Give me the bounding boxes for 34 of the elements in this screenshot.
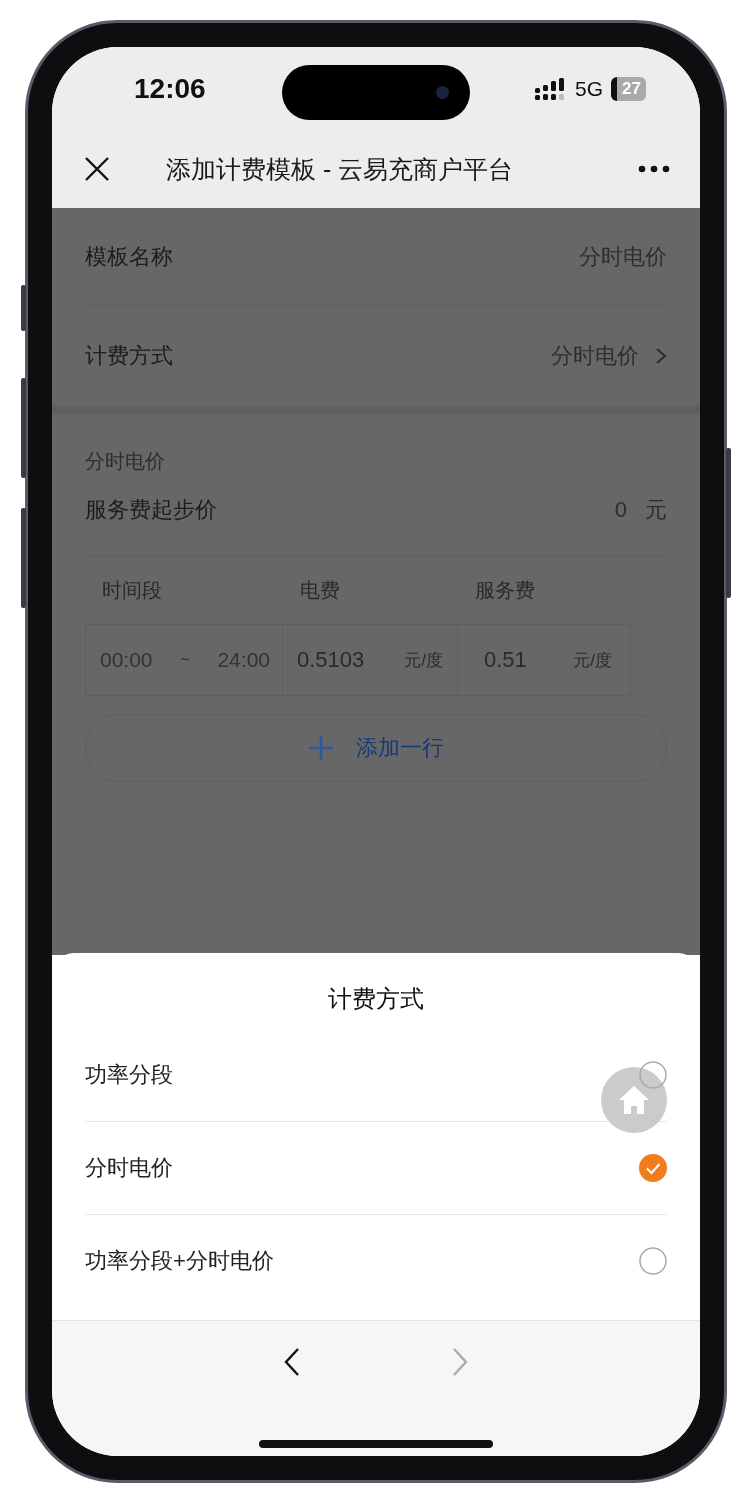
price-value: 0.5103 [297,647,365,673]
unit-label: 元 [645,496,667,524]
unit-label: 元/度 [573,649,612,672]
column-header: 服务费 [474,577,535,603]
column-header: 电费 [299,577,341,603]
form-label: 计费方式 [85,342,174,370]
chevron-right-icon [655,347,667,365]
form-value: 分时电价 [551,342,639,370]
radio-icon[interactable] [639,1247,667,1275]
section-title: 分时电价 [85,449,166,474]
price-cell[interactable]: 0.51 元/度 [458,624,631,696]
option-item[interactable]: 功率分段+分时电价 [85,1215,667,1307]
plus-icon [308,735,334,761]
home-icon [617,1083,651,1117]
range-separator: ~ [180,651,190,669]
more-icon[interactable] [638,165,670,173]
network-label: 5G [575,76,604,101]
back-icon[interactable] [283,1347,301,1377]
camera-icon [436,86,449,99]
form-label: 服务费起步价 [85,496,218,524]
page-title: 添加计费模板 - 云易充商户平台 [166,153,515,185]
form-label: 模板名称 [85,242,174,271]
radio-icon[interactable] [639,1061,667,1089]
battery-indicator: 27 [611,76,646,101]
price-cell[interactable]: 0.5103 元/度 [283,624,458,696]
radio-checked-icon[interactable] [639,1154,667,1182]
close-icon[interactable] [84,156,110,182]
form-value: 分时电价 [579,242,667,271]
sheet-title: 计费方式 [327,984,425,1014]
column-header: 时间段 [101,577,163,603]
price-value: 0.51 [484,647,527,673]
status-time: 12:06 [134,72,206,105]
fee-value: 0 [614,497,627,523]
unit-label: 元/度 [404,649,443,672]
